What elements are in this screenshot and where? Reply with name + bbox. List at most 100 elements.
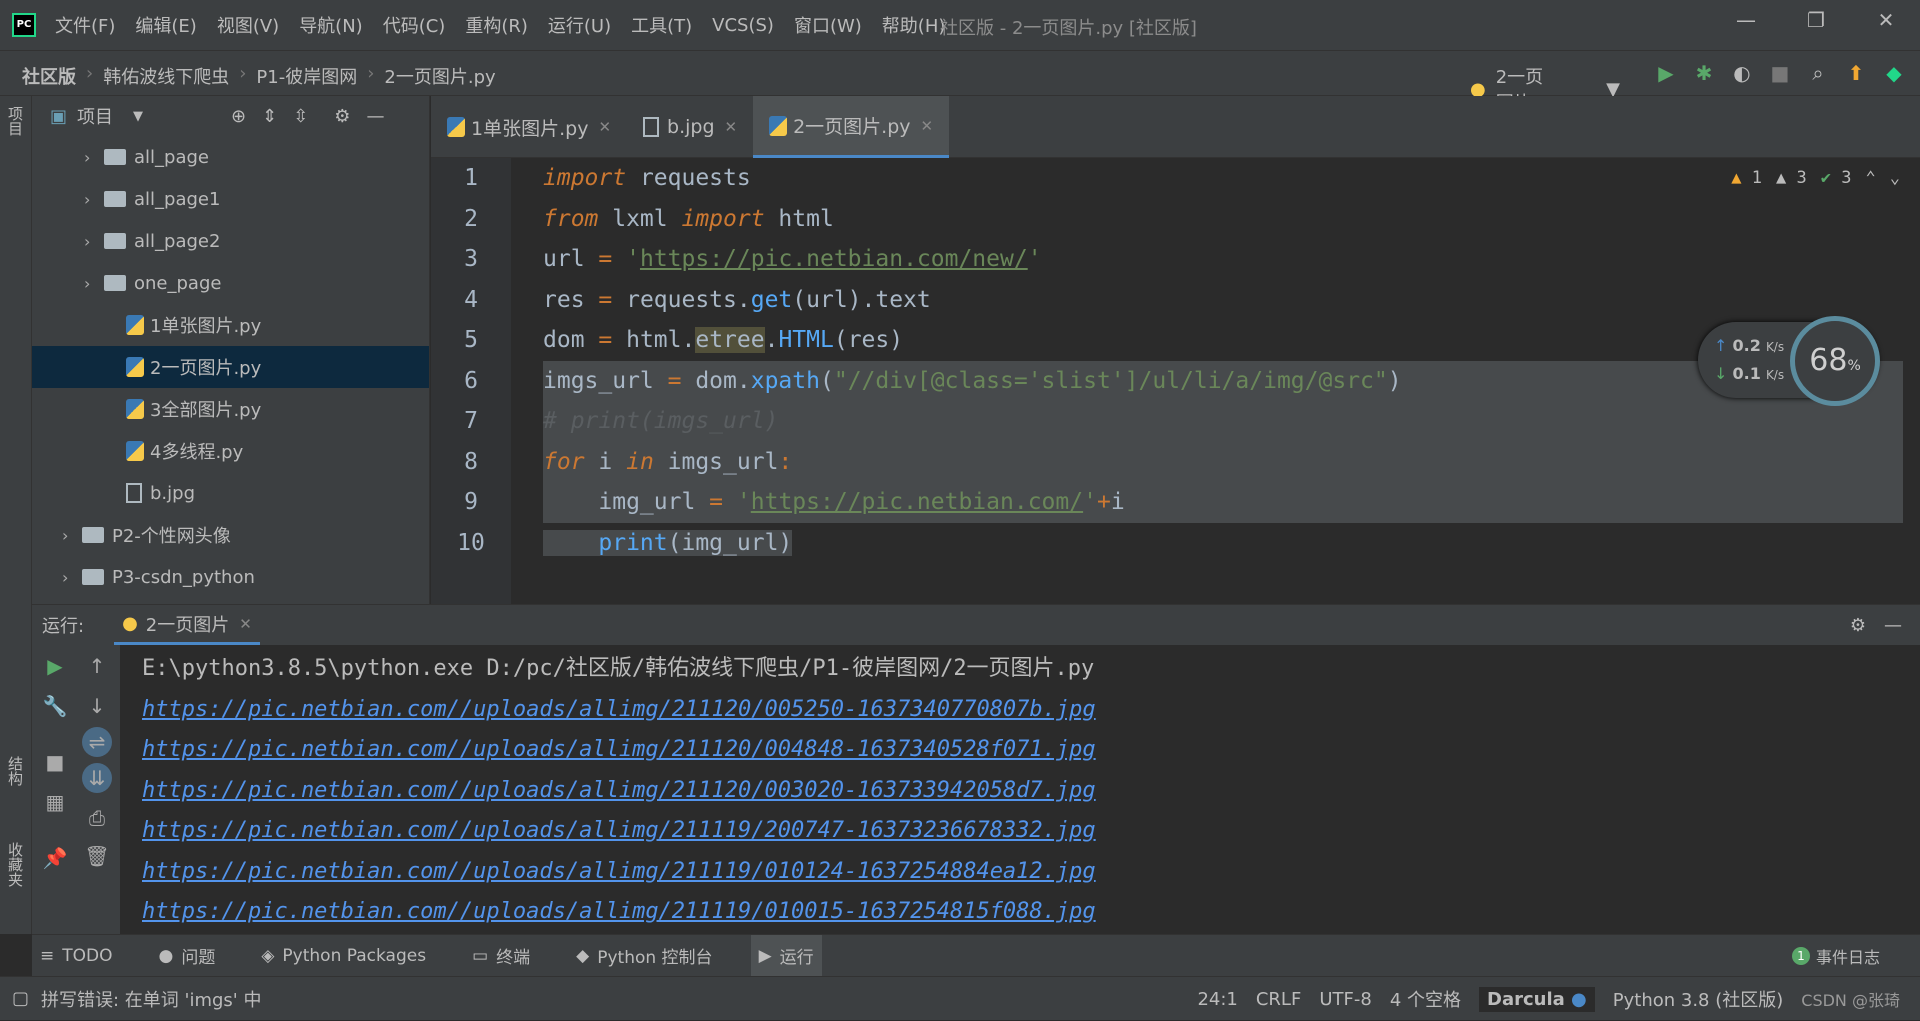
side-tab-favorites[interactable]: 收藏夹 [5,842,26,887]
scroll-to-end-icon[interactable]: ⇊ [82,763,112,793]
run-tab[interactable]: ● 2一页图片 ✕ [114,605,260,645]
project-panel-title[interactable]: 项目 [77,103,113,129]
line-separator[interactable]: CRLF [1256,989,1301,1010]
editor-tab[interactable]: 2一页图片.py ✕ [753,96,950,158]
chevron-right-icon[interactable]: › [62,568,82,587]
arrow-up-icon[interactable]: ↑ [82,651,112,681]
menu-item[interactable]: 编辑(E) [135,12,196,38]
trash-icon[interactable]: 🗑 [82,841,112,871]
weak-warning-count[interactable]: ▲ 3 [1776,168,1807,188]
side-tab-structure[interactable]: 结构 [5,756,26,786]
menu-item[interactable]: VCS(S) [712,15,774,36]
console-link[interactable]: https://pic.netbian.com//uploads/allimg/… [142,730,1096,771]
chevron-right-icon[interactable]: › [84,190,104,209]
breadcrumb-item[interactable]: 韩佑波线下爬虫 [103,63,229,89]
stop-icon[interactable]: ■ [40,747,70,777]
tree-item[interactable]: 1单张图片.py [32,304,429,346]
bottom-tab[interactable]: ◈ Python Packages [253,935,434,977]
gear-icon[interactable]: ⚙ [334,106,350,127]
chevron-down-icon[interactable]: ▼ [133,109,143,124]
search-icon[interactable]: ⌕ [1804,59,1832,87]
bottom-tab[interactable]: ● 问题 [151,935,224,977]
debug-icon[interactable]: ✱ [1690,59,1718,87]
status-toggle-icon[interactable]: ▢ [12,988,29,1009]
bottom-tab[interactable]: ▶ 运行 [750,934,822,977]
side-tab-project[interactable]: 项目 [5,106,26,136]
breadcrumb-item[interactable]: 社区版 [22,63,76,89]
file-encoding[interactable]: UTF-8 [1319,989,1371,1010]
editor-tab[interactable]: 1单张图片.py ✕ [431,96,627,158]
bottom-tab[interactable]: ◆ Python 控制台 [568,935,720,977]
coverage-icon[interactable]: ◐ [1728,59,1756,87]
console-link[interactable]: https://pic.netbian.com//uploads/allimg/… [142,811,1096,852]
menu-item[interactable]: 工具(T) [631,12,692,38]
tree-item[interactable]: › all_page [32,136,429,178]
menu-item[interactable]: 窗口(W) [794,12,862,38]
tree-item[interactable]: › all_page2 [32,220,429,262]
typo-count[interactable]: ✔ 3 [1821,168,1852,188]
chevron-right-icon[interactable]: › [84,274,104,293]
tree-item[interactable]: › one_page [32,262,429,304]
event-log[interactable]: 1 事件日志 [1791,944,1880,968]
chevron-right-icon[interactable]: › [84,148,104,167]
console-link[interactable]: https://pic.netbian.com//uploads/allimg/… [142,690,1096,731]
tree-item[interactable]: › all_page1 [32,178,429,220]
cursor-position[interactable]: 24:1 [1197,989,1237,1010]
restore-icon[interactable]: ❐ [1796,8,1836,38]
menu-item[interactable]: 文件(F) [55,12,115,38]
python-interpreter[interactable]: Python 3.8 (社区版) [1613,986,1784,1012]
wrench-icon[interactable]: 🔧 [40,691,70,721]
tree-item[interactable]: › P3-csdn_python [32,556,429,598]
code-editor[interactable]: 1 2 3 4 5 6 7 8 9 10 import requests from lxml im… [431,158,1920,604]
console-link[interactable]: https://pic.netbian.com//uploads/allimg/… [142,771,1096,812]
warning-count[interactable]: ▲ 1 [1731,168,1762,188]
bottom-tab[interactable]: ▭ 终端 [464,935,538,977]
jetbrains-icon[interactable]: ◆ [1880,59,1908,87]
tree-item[interactable]: b.jpg [32,472,429,514]
arrow-down-icon[interactable]: ↓ [82,691,112,721]
menu-item[interactable]: 视图(V) [217,12,279,38]
update-icon[interactable]: ⬆ [1842,59,1870,87]
collapse-all-icon[interactable]: ⇳ [293,106,308,127]
indent-setting[interactable]: 4 个空格 [1390,986,1461,1012]
locate-icon[interactable]: ⊕ [231,106,246,127]
soft-wrap-icon[interactable]: ⇌ [82,727,112,757]
tree-item[interactable]: 4多线程.py [32,430,429,472]
prev-problem-icon[interactable]: ⌃ [1866,168,1876,188]
menu-item[interactable]: 帮助(H) [882,12,946,38]
breadcrumb-item[interactable]: P1-彼岸图网 [256,63,357,89]
console-link[interactable]: https://pic.netbian.com//uploads/allimg/… [142,852,1096,893]
layout-icon[interactable]: ▦ [40,787,70,817]
rerun-icon[interactable]: ▶ [40,651,70,681]
tree-item[interactable]: › P2-个性网头像 [32,514,429,556]
menu-item[interactable]: 代码(C) [383,12,446,38]
bottom-tab[interactable]: ≡ TODO [32,935,121,977]
chevron-right-icon[interactable]: › [84,232,104,251]
print-icon[interactable]: ⎙ [82,803,112,833]
hide-icon[interactable]: — [1884,615,1902,636]
console-link[interactable]: https://pic.netbian.com//uploads/allimg/… [142,892,1096,933]
chevron-right-icon[interactable]: › [62,526,82,545]
run-icon[interactable]: ▶ [1652,59,1680,87]
inspection-widget[interactable]: ▲ 1 ▲ 3 ✔ 3 ⌃ ⌄ [1731,168,1900,188]
breadcrumb-item[interactable]: 2一页图片.py [384,63,495,89]
editor-tab[interactable]: b.jpg ✕ [627,96,753,158]
console-output[interactable]: E:\python3.8.5\python.exe D:/pc/社区版/韩佑波线… [142,649,1096,933]
expand-all-icon[interactable]: ⇕ [262,106,277,127]
pin-icon[interactable]: 📌 [40,843,70,873]
close-icon[interactable]: ✕ [239,615,252,633]
close-icon[interactable]: ✕ [598,118,611,136]
menu-item[interactable]: 重构(R) [465,12,528,38]
menu-item[interactable]: 导航(N) [299,12,363,38]
close-icon[interactable]: ✕ [921,117,934,135]
close-icon[interactable]: ✕ [1866,8,1906,38]
close-icon[interactable]: ✕ [725,118,738,136]
theme-badge[interactable]: Darcula ● [1479,986,1595,1012]
status-message[interactable]: 拼写错误: 在单词 'imgs' 中 [41,986,261,1012]
next-problem-icon[interactable]: ⌄ [1890,168,1900,188]
hide-icon[interactable]: — [366,106,384,127]
minimize-icon[interactable]: — [1726,8,1766,38]
stop-icon[interactable]: ■ [1766,59,1794,87]
tree-item[interactable]: 2一页图片.py [32,346,429,388]
menu-item[interactable]: 运行(U) [548,12,611,38]
